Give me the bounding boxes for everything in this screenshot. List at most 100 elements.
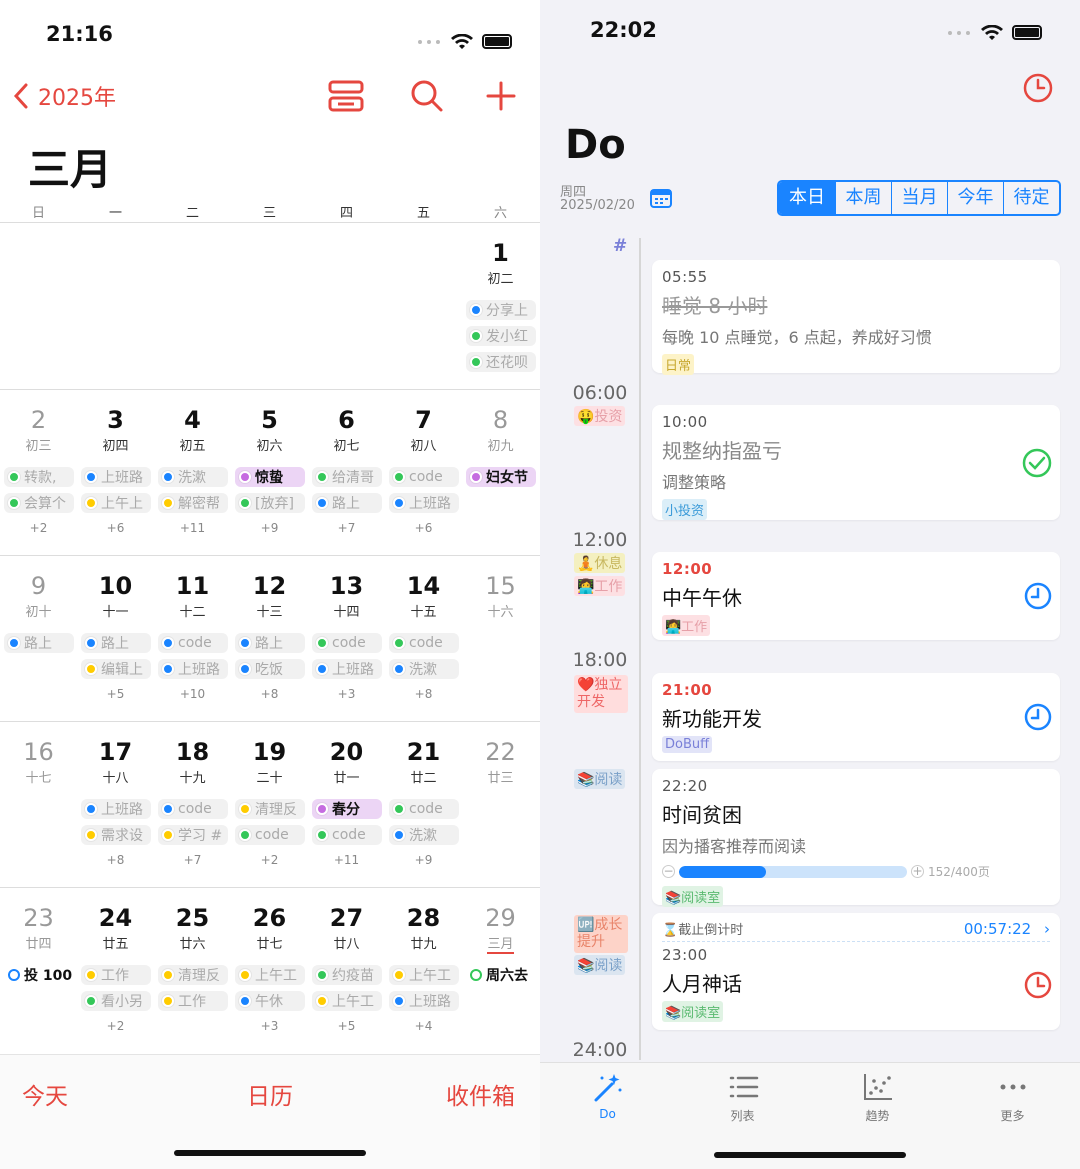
task-card[interactable]: 10:00 规整纳指盈亏 调整策略 小投资 <box>652 405 1060 520</box>
event-chip[interactable]: 工作 <box>81 965 151 985</box>
event-chip[interactable]: code <box>389 467 459 487</box>
segment-week[interactable]: 本周 <box>835 182 891 214</box>
day-cell[interactable]: 19 二十 <box>231 739 308 786</box>
event-chip[interactable]: 午休 <box>235 991 305 1011</box>
day-cell[interactable]: 24 廿五 <box>77 905 154 952</box>
event-chip[interactable]: 洗漱 <box>158 467 228 487</box>
day-cell[interactable]: 13 十四 <box>308 573 385 620</box>
more-events-count[interactable]: +8 <box>231 687 308 701</box>
event-chip[interactable]: 上班路 <box>158 659 228 679</box>
event-chip[interactable]: 上班路 <box>81 799 151 819</box>
day-cell[interactable]: 11 十二 <box>154 573 231 620</box>
event-chip[interactable]: 给清哥 <box>312 467 382 487</box>
day-cell[interactable]: 7 初八 <box>385 407 462 454</box>
day-cell[interactable]: 15 十六 <box>462 573 539 620</box>
day-cell[interactable]: 25 廿六 <box>154 905 231 952</box>
day-cell[interactable]: 14 十五 <box>385 573 462 620</box>
day-cell[interactable]: 17 十八 <box>77 739 154 786</box>
event-chip[interactable]: 上班路 <box>312 659 382 679</box>
day-cell[interactable]: 8 初九 <box>462 407 539 454</box>
event-chip[interactable]: 上班路 <box>389 493 459 513</box>
event-chip[interactable]: 清理反 <box>235 799 305 819</box>
event-chip[interactable]: 路上 <box>81 633 151 653</box>
calendars-button[interactable]: 日历 <box>247 1077 293 1111</box>
event-chip[interactable]: 上午工 <box>312 991 382 1011</box>
timeline-tag[interactable]: 👩‍💻工作 <box>574 576 626 596</box>
event-chip[interactable]: code <box>389 799 459 819</box>
event-chip[interactable]: 会算个 <box>4 493 74 513</box>
more-events-count[interactable]: +11 <box>308 853 385 867</box>
event-chip[interactable]: 还花呗 <box>466 352 536 372</box>
day-cell[interactable]: 10 十一 <box>77 573 154 620</box>
plus-icon[interactable]: + <box>911 865 924 878</box>
event-chip[interactable]: 惊蛰 <box>235 467 305 487</box>
event-chip[interactable]: 路上 <box>235 633 305 653</box>
inbox-button[interactable]: 收件箱 <box>446 1077 515 1111</box>
more-events-count[interactable]: +2 <box>0 521 77 535</box>
event-chip[interactable]: code <box>312 633 382 653</box>
event-chip[interactable]: code <box>158 799 228 819</box>
event-chip[interactable]: 约疫苗 <box>312 965 382 985</box>
timeline-tag[interactable]: ❤️独立开发 <box>574 675 628 713</box>
event-chip[interactable]: [放弃] <box>235 493 305 513</box>
day-cell[interactable]: 27 廿八 <box>308 905 385 952</box>
day-cell[interactable]: 21 廿二 <box>385 739 462 786</box>
timeline-tag[interactable]: 📚阅读 <box>574 769 626 789</box>
clock-icon[interactable] <box>1022 72 1054 104</box>
more-events-count[interactable]: +3 <box>231 1019 308 1033</box>
clock-icon[interactable] <box>1024 971 1052 999</box>
day-cell[interactable]: 22 廿三 <box>462 739 539 786</box>
segment-pending[interactable]: 待定 <box>1003 182 1059 214</box>
more-events-count[interactable]: +7 <box>308 521 385 535</box>
event-chip[interactable]: 妇女节 <box>466 467 536 487</box>
day-cell[interactable]: 29 三月 <box>462 905 539 954</box>
event-chip[interactable]: 清理反 <box>158 965 228 985</box>
more-events-count[interactable]: +11 <box>154 521 231 535</box>
day-cell[interactable]: 16 十七 <box>0 739 77 786</box>
task-card[interactable]: ⌛截止倒计时 00:57:22 › 23:00 人月神话 📚阅读室 <box>652 913 1060 1030</box>
task-card[interactable]: 21:00 新功能开发 DoBuff <box>652 673 1060 761</box>
more-events-count[interactable]: +5 <box>77 687 154 701</box>
day-cell[interactable]: 26 廿七 <box>231 905 308 952</box>
event-chip[interactable]: 洗漱 <box>389 825 459 845</box>
view-toggle-icon[interactable] <box>328 80 364 112</box>
tab-do[interactable]: Do <box>540 1072 675 1121</box>
task-card[interactable]: 05:55 睡觉 8 小时 每晚 10 点睡觉，6 点起，养成好习惯 日常 <box>652 260 1060 375</box>
more-events-count[interactable]: +5 <box>308 1019 385 1033</box>
more-events-count[interactable]: +9 <box>231 521 308 535</box>
event-chip[interactable]: 上午工 <box>389 965 459 985</box>
tab-list[interactable]: 列表 <box>675 1072 810 1124</box>
event-chip[interactable]: 分享上 <box>466 300 536 320</box>
segment-today[interactable]: 本日 <box>779 182 835 214</box>
day-cell[interactable]: 9 初十 <box>0 573 77 620</box>
day-cell[interactable]: 28 廿九 <box>385 905 462 952</box>
more-events-count[interactable]: +2 <box>231 853 308 867</box>
day-cell[interactable]: 20 廿一 <box>308 739 385 786</box>
search-icon[interactable] <box>410 79 444 113</box>
event-chip[interactable]: 投 100 <box>4 965 74 985</box>
minus-icon[interactable]: − <box>662 865 675 878</box>
day-cell[interactable]: 3 初四 <box>77 407 154 454</box>
clock-icon[interactable] <box>1024 703 1052 731</box>
event-chip[interactable]: 学习 # <box>158 825 228 845</box>
more-events-count[interactable]: +6 <box>385 521 462 535</box>
add-icon[interactable] <box>486 81 516 111</box>
event-chip[interactable]: 周六去 <box>466 965 536 985</box>
tab-more[interactable]: 更多 <box>945 1072 1080 1124</box>
segment-month[interactable]: 当月 <box>891 182 947 214</box>
calendar-icon[interactable] <box>650 187 672 209</box>
more-events-count[interactable]: +4 <box>385 1019 462 1033</box>
more-events-count[interactable]: +7 <box>154 853 231 867</box>
event-chip[interactable]: 工作 <box>158 991 228 1011</box>
more-events-count[interactable]: +3 <box>308 687 385 701</box>
event-chip[interactable]: code <box>235 825 305 845</box>
event-chip[interactable]: 解密帮 <box>158 493 228 513</box>
more-events-count[interactable]: +2 <box>77 1019 154 1033</box>
today-button[interactable]: 今天 <box>22 1077 68 1111</box>
clock-icon[interactable] <box>1024 582 1052 610</box>
day-cell[interactable]: 5 初六 <box>231 407 308 454</box>
event-chip[interactable]: 看小另 <box>81 991 151 1011</box>
day-cell[interactable]: 2 初三 <box>0 407 77 454</box>
event-chip[interactable]: 转款, <box>4 467 74 487</box>
event-chip[interactable]: 吃饭 <box>235 659 305 679</box>
